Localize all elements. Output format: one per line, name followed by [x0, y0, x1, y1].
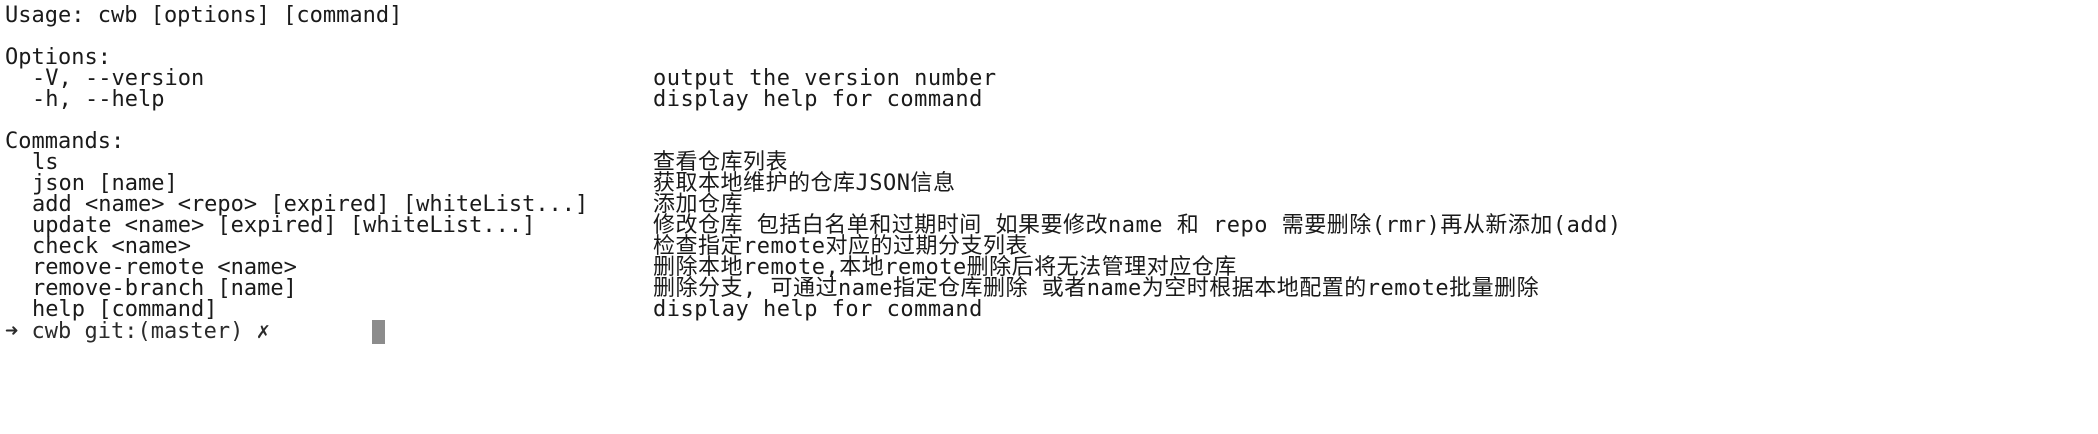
- shell-prompt[interactable]: ➜ cwb git:(master) ✗: [5, 318, 270, 346]
- usage-line: Usage: cwb [options] [command]: [5, 3, 403, 28]
- option-desc-help: display help for command: [653, 87, 983, 112]
- commands-heading: Commands:: [5, 129, 125, 154]
- text-cursor: [372, 320, 385, 344]
- option-flag-help: -h, --help: [32, 87, 165, 112]
- terminal-output[interactable]: Usage: cwb [options] [command] Options: …: [0, 0, 2098, 434]
- command-help-desc: display help for command: [653, 297, 983, 322]
